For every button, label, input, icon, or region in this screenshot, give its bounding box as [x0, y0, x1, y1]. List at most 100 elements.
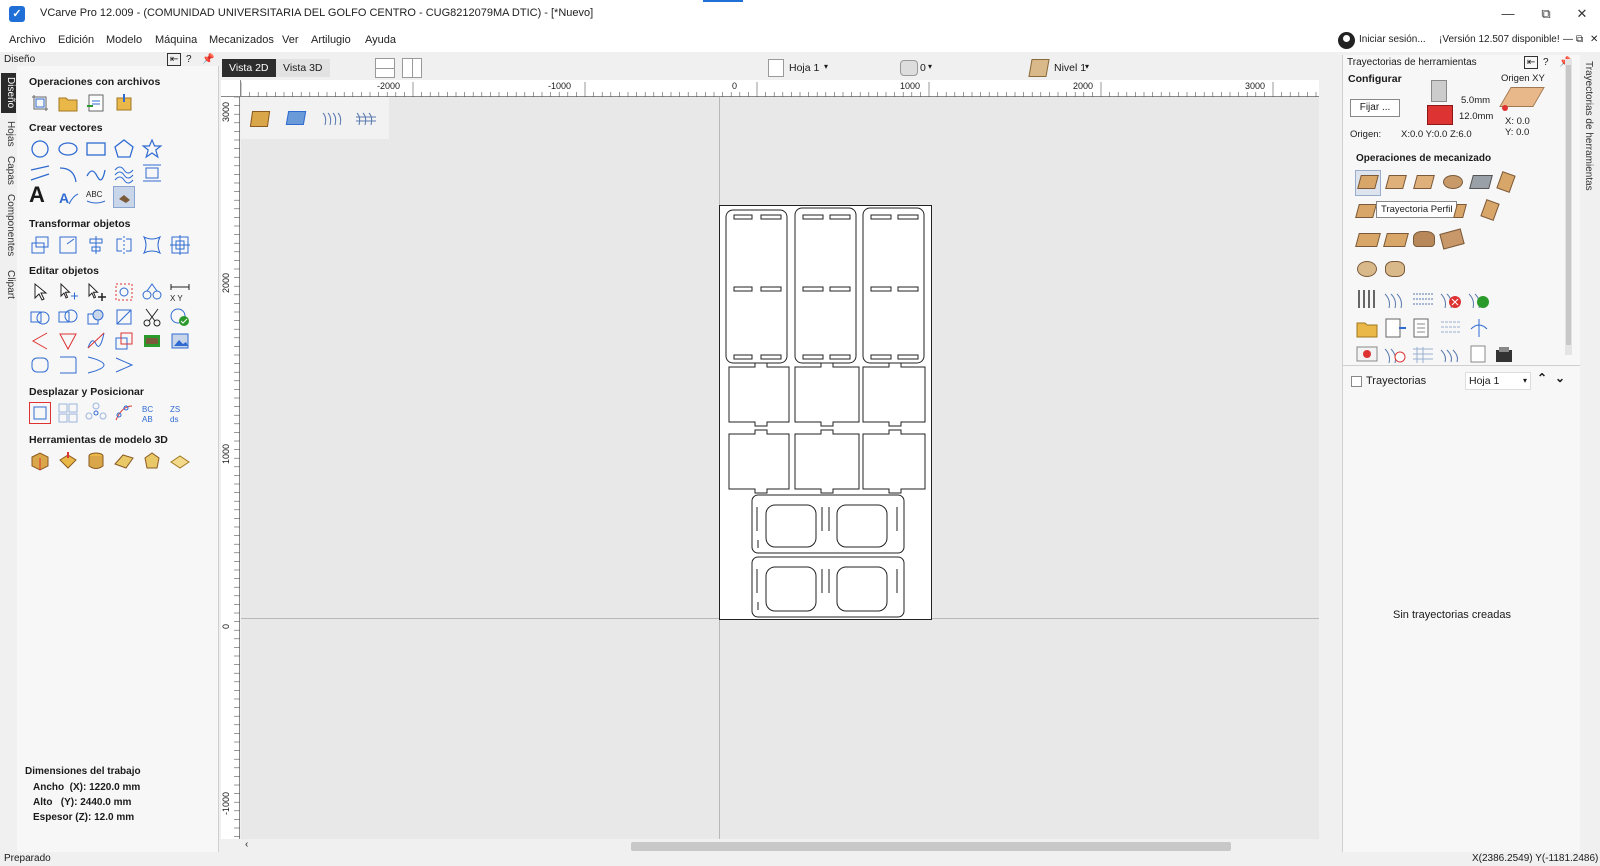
- label-abcd-icon[interactable]: BC AB: [141, 402, 163, 424]
- signin-link[interactable]: Iniciar sesión...: [1359, 34, 1426, 45]
- circular-copy-icon[interactable]: [85, 402, 107, 424]
- import-vectors-icon[interactable]: [85, 92, 107, 114]
- mirror-icon[interactable]: [113, 234, 135, 256]
- menu-artilugio[interactable]: Artilugio: [311, 34, 351, 46]
- text-on-curve-icon[interactable]: A: [57, 186, 79, 208]
- star-icon[interactable]: [141, 138, 163, 160]
- open-templates-icon[interactable]: [1355, 317, 1379, 339]
- autolayout-text-icon[interactable]: ABC: [85, 186, 107, 208]
- reset-preview-icon[interactable]: [1467, 288, 1491, 310]
- move-icon[interactable]: [29, 234, 51, 256]
- polyline-icon[interactable]: [29, 162, 51, 184]
- center-icon[interactable]: [169, 234, 191, 256]
- horizontal-scrollbar[interactable]: ‹: [241, 839, 1319, 853]
- menu-ver[interactable]: Ver: [282, 34, 299, 46]
- report-icon[interactable]: [1467, 345, 1491, 363]
- tab-capas[interactable]: Capas: [1, 154, 16, 186]
- doc-minimize-button[interactable]: —: [1563, 34, 1573, 45]
- circle-icon[interactable]: [29, 138, 51, 160]
- vcarve-toolpath-icon[interactable]: [1443, 175, 1463, 189]
- update-link[interactable]: ¡Versión 12.507 disponible!: [1439, 34, 1560, 45]
- doc-restore-button[interactable]: ⧉: [1576, 34, 1583, 45]
- extend-icon[interactable]: [29, 330, 51, 352]
- smart-smooth-icon[interactable]: [141, 281, 163, 303]
- join-vectors-icon[interactable]: [85, 354, 107, 376]
- tab-hojas[interactable]: Hojas: [1, 118, 16, 150]
- trim-icon[interactable]: [57, 330, 79, 352]
- image-icon[interactable]: [169, 330, 191, 352]
- model-cylinder-icon[interactable]: [85, 450, 107, 472]
- toolpath-mesh-icon[interactable]: [355, 109, 377, 129]
- weld-icon[interactable]: [29, 306, 51, 328]
- drilling-toolpath-icon[interactable]: [1413, 175, 1435, 189]
- minimize-button[interactable]: —: [1494, 4, 1522, 24]
- vector-lines-icon[interactable]: [113, 354, 135, 376]
- collapse-icon[interactable]: ⇤: [167, 53, 182, 66]
- rectangle-icon[interactable]: [85, 138, 107, 160]
- copy-along-vector-icon[interactable]: [113, 402, 135, 424]
- tool-library-icon[interactable]: [1355, 288, 1379, 310]
- panel-help-icon[interactable]: ?: [1543, 57, 1549, 68]
- texture-toolpath-icon[interactable]: [1383, 233, 1409, 247]
- bitmap-trace-icon[interactable]: [113, 186, 135, 208]
- menu-modelo[interactable]: Modelo: [106, 34, 142, 46]
- toolpath-layers-icon[interactable]: [1439, 345, 1463, 363]
- new-job-icon[interactable]: [29, 92, 51, 114]
- level-chevron-icon[interactable]: ▾: [1085, 62, 1089, 71]
- nesting-parts-icon[interactable]: ZS ds: [169, 402, 191, 424]
- ops-scrollbar[interactable]: [1565, 59, 1572, 355]
- menu-archivo[interactable]: Archivo: [9, 34, 46, 46]
- curve-icon[interactable]: [85, 162, 107, 184]
- maximize-button[interactable]: ⧉: [1532, 4, 1560, 24]
- material-icon[interactable]: [249, 111, 271, 127]
- model-shape-icon[interactable]: [141, 450, 163, 472]
- fluting-toolpath-icon[interactable]: [1355, 204, 1377, 218]
- arc-icon[interactable]: [57, 162, 79, 184]
- scale-icon[interactable]: [57, 234, 79, 256]
- doc-close-button[interactable]: ✕: [1590, 34, 1598, 45]
- sheet-chevron-icon[interactable]: ▾: [824, 62, 828, 71]
- node-edit-icon[interactable]: [57, 281, 79, 303]
- fillet-icon[interactable]: [113, 306, 135, 328]
- menu-mecanizados[interactable]: Mecanizados: [209, 34, 274, 46]
- 3d-profile-icon[interactable]: [1357, 261, 1377, 277]
- recalculate-icon[interactable]: [1411, 288, 1435, 310]
- toolpath-grid-icon[interactable]: [1411, 345, 1435, 363]
- terrain-icon[interactable]: [285, 111, 307, 125]
- offset-icon[interactable]: [113, 330, 135, 352]
- interactive-trim-icon[interactable]: [113, 281, 135, 303]
- scroll-thumb[interactable]: [631, 842, 1231, 851]
- ellipse-icon[interactable]: [57, 138, 79, 160]
- 3d-clearance-icon[interactable]: [1385, 261, 1405, 277]
- prism-toolpath-icon[interactable]: [1480, 199, 1500, 221]
- save-template-icon[interactable]: [1383, 317, 1407, 339]
- subtract-icon[interactable]: [57, 306, 79, 328]
- pin-icon[interactable]: 📌: [202, 54, 214, 65]
- rounded-rect-icon[interactable]: [29, 354, 51, 376]
- design-canvas[interactable]: [241, 97, 1319, 839]
- delete-toolpath-icon[interactable]: [1439, 288, 1463, 310]
- inlay-toolpath-icon[interactable]: [1453, 204, 1467, 218]
- distort-icon[interactable]: [141, 234, 163, 256]
- validate-icon[interactable]: [169, 306, 191, 328]
- cut-order-icon[interactable]: [1467, 317, 1491, 339]
- model-import-icon[interactable]: [57, 450, 79, 472]
- close-button[interactable]: ✕: [1568, 4, 1596, 24]
- menu-maquina[interactable]: Máquina: [155, 34, 197, 46]
- tab-vista-2d[interactable]: Vista 2D: [222, 59, 276, 77]
- import-model-icon[interactable]: [113, 92, 135, 114]
- level-selector[interactable]: Nivel 1: [1054, 62, 1086, 74]
- model-box-icon[interactable]: [29, 450, 51, 472]
- split-horizontal-icon[interactable]: [375, 58, 395, 78]
- move-up-icon[interactable]: ⌃: [1537, 371, 1547, 385]
- tab-clipart[interactable]: Clipart: [1, 264, 16, 304]
- time-estimate-icon[interactable]: [1383, 345, 1407, 364]
- user-icon[interactable]: [1338, 32, 1355, 49]
- text-icon[interactable]: A: [29, 184, 45, 206]
- chamfer-toolpath-icon[interactable]: [1496, 171, 1516, 193]
- save-toolpath-icon[interactable]: [1493, 345, 1517, 363]
- sheet-selector[interactable]: Hoja 1: [789, 62, 819, 74]
- nesting-icon[interactable]: [141, 330, 163, 352]
- toolpaths-checkbox[interactable]: [1351, 376, 1362, 387]
- toolpath-preview-icon[interactable]: [321, 109, 343, 129]
